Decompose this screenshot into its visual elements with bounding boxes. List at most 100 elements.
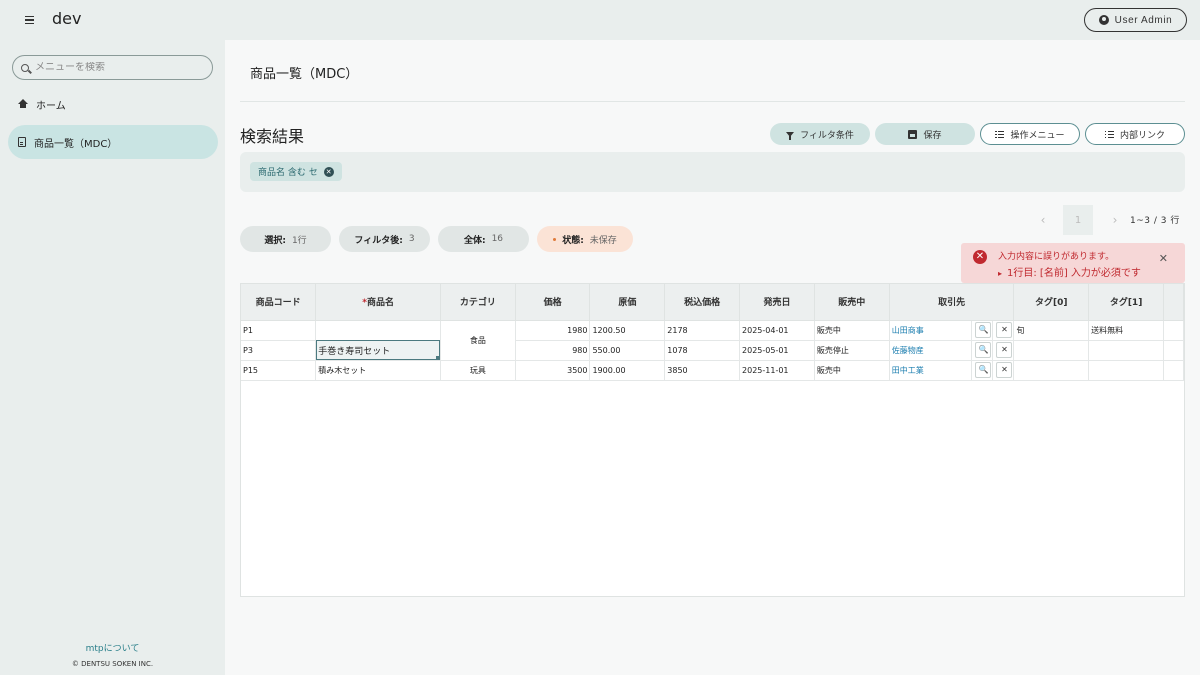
user-menu-button[interactable]: User Admin bbox=[1084, 8, 1187, 32]
filter-button[interactable]: フィルタ条件 bbox=[770, 123, 870, 145]
search-icon bbox=[21, 63, 29, 72]
unsaved-dot-icon bbox=[553, 237, 557, 241]
page-range: 1~3 / 3 行 bbox=[1130, 216, 1180, 226]
cell-name[interactable]: 積み木セット bbox=[315, 360, 441, 381]
column-header[interactable]: タグ[1] bbox=[1088, 284, 1164, 321]
column-header[interactable]: 発売日 bbox=[739, 284, 815, 321]
cell-category[interactable]: 食品 bbox=[440, 320, 516, 361]
stat-total: 全体: 16 bbox=[438, 226, 529, 252]
cell-code[interactable]: P1 bbox=[241, 320, 317, 341]
filter-button-label: フィルタ条件 bbox=[800, 130, 854, 141]
table-row[interactable]: P15 積み木セット 玩具 3500 1900.00 3850 2025-11-… bbox=[241, 360, 1184, 381]
save-button[interactable]: 保存 bbox=[875, 123, 975, 145]
sidebar-item-label: ホーム bbox=[36, 100, 66, 112]
stat-selected-label: 選択: bbox=[264, 235, 286, 246]
page-number-button[interactable]: 1 bbox=[1063, 205, 1093, 235]
menu-icon[interactable] bbox=[22, 13, 38, 27]
column-header[interactable]: 税込価格 bbox=[664, 284, 741, 321]
cell-code[interactable]: P15 bbox=[241, 360, 317, 381]
cell-partner-link[interactable]: 山田商事 bbox=[889, 320, 973, 341]
cell-price[interactable]: 980 bbox=[515, 340, 591, 361]
cell-tag0[interactable]: 旬 bbox=[1013, 320, 1090, 341]
filter-icon bbox=[786, 131, 795, 140]
table-row[interactable]: P3 手巻き寿司セット 980 550.00 1078 2025-05-01 販… bbox=[241, 340, 1184, 361]
about-link[interactable]: mtpについて bbox=[0, 641, 225, 654]
stat-filtered-label: フィルタ後: bbox=[354, 235, 403, 246]
cell-clear: ✕ bbox=[992, 320, 1015, 341]
sidebar-item-label: 商品一覧（MDC） bbox=[34, 138, 118, 150]
cell-category[interactable]: 玩具 bbox=[440, 360, 516, 381]
cell-code[interactable]: P3 bbox=[241, 340, 317, 361]
cell-sales-status[interactable]: 販売中 bbox=[814, 360, 890, 381]
prev-page-button[interactable]: ‹ bbox=[1028, 205, 1058, 235]
user-icon bbox=[1098, 15, 1109, 25]
cell-price[interactable]: 1980 bbox=[515, 320, 591, 341]
table-header-row: 商品コード *商品名 カテゴリ 価格 原価 税込価格 発売日 販売中 取引先 タ… bbox=[241, 284, 1184, 321]
cell-sales-status[interactable]: 販売中 bbox=[814, 320, 890, 341]
cell-tag0[interactable] bbox=[1013, 360, 1090, 381]
clear-icon[interactable]: ✕ bbox=[996, 362, 1013, 378]
copyright: © DENTSU SOKEN INC. bbox=[71, 660, 154, 668]
filter-bar: 商品名 含む セ ✕ bbox=[240, 152, 1185, 192]
column-header[interactable]: 価格 bbox=[515, 284, 591, 321]
clear-icon[interactable]: ✕ bbox=[996, 322, 1013, 338]
column-header[interactable]: 原価 bbox=[589, 284, 666, 321]
cell-filler bbox=[1163, 360, 1184, 381]
filter-chip[interactable]: 商品名 含む セ ✕ bbox=[250, 162, 342, 181]
cell-cost[interactable]: 550.00 bbox=[589, 340, 666, 361]
menu-search[interactable] bbox=[12, 55, 213, 80]
close-icon[interactable]: ✕ bbox=[323, 166, 334, 177]
column-header[interactable]: 取引先 bbox=[889, 284, 1015, 321]
divider bbox=[240, 101, 1185, 102]
column-header[interactable]: カテゴリ bbox=[440, 284, 516, 321]
main-content: 商品一覧（MDC） 検索結果 フィルタ条件 保存 操作メニュー 内部リンク 商品… bbox=[225, 40, 1200, 675]
column-header[interactable]: 販売中 bbox=[814, 284, 890, 321]
cell-price[interactable]: 3500 bbox=[515, 360, 591, 381]
cell-tag1[interactable] bbox=[1088, 360, 1164, 381]
next-page-button[interactable]: › bbox=[1100, 205, 1130, 235]
operations-menu-button[interactable]: 操作メニュー bbox=[980, 123, 1080, 145]
cell-release-date[interactable]: 2025-11-01 bbox=[739, 360, 815, 381]
cell-cost[interactable]: 1900.00 bbox=[589, 360, 666, 381]
column-header[interactable]: *商品名 bbox=[315, 284, 441, 321]
search-icon[interactable]: 🔍 bbox=[975, 322, 992, 338]
sidebar: ホーム 商品一覧（MDC） mtpについて © DENTSU SOKEN INC… bbox=[0, 40, 225, 675]
cell-release-date[interactable]: 2025-04-01 bbox=[739, 320, 815, 341]
cell-tag0[interactable] bbox=[1013, 340, 1090, 361]
error-message[interactable]: 1行目: [名前] 入力が必須です bbox=[998, 264, 1141, 279]
cell-tax-price[interactable]: 1078 bbox=[664, 340, 741, 361]
menu-search-input[interactable] bbox=[35, 62, 205, 73]
stat-state-label: 状態: bbox=[562, 235, 584, 246]
error-title: 入力内容に誤りがあります。 bbox=[998, 252, 1115, 262]
home-icon bbox=[18, 99, 28, 109]
internal-links-button[interactable]: 内部リンク bbox=[1085, 123, 1185, 145]
cell-name[interactable] bbox=[315, 320, 441, 341]
search-icon[interactable]: 🔍 bbox=[975, 362, 992, 378]
cell-lookup: 🔍 bbox=[971, 320, 994, 341]
cell-cost[interactable]: 1200.50 bbox=[589, 320, 666, 341]
product-table: 商品コード *商品名 カテゴリ 価格 原価 税込価格 発売日 販売中 取引先 タ… bbox=[241, 284, 1184, 381]
sidebar-item-product-list[interactable]: 商品一覧（MDC） bbox=[8, 125, 218, 159]
clear-icon[interactable]: ✕ bbox=[996, 342, 1013, 358]
cell-lookup: 🔍 bbox=[971, 360, 994, 381]
close-icon[interactable]: ✕ bbox=[1159, 252, 1168, 265]
stat-filtered-value: 3 bbox=[408, 234, 415, 244]
column-header[interactable]: タグ[0] bbox=[1013, 284, 1090, 321]
column-header[interactable]: 商品コード bbox=[241, 284, 317, 321]
search-icon[interactable]: 🔍 bbox=[975, 342, 992, 358]
cell-partner-link[interactable]: 田中工業 bbox=[889, 360, 973, 381]
cell-partner-link[interactable]: 佐藤物産 bbox=[889, 340, 973, 361]
cell-tax-price[interactable]: 2178 bbox=[664, 320, 741, 341]
table-row[interactable]: P1 食品 1980 1200.50 2178 2025-04-01 販売中 山… bbox=[241, 320, 1184, 361]
sidebar-item-home[interactable]: ホーム bbox=[8, 87, 218, 121]
data-grid: 商品コード *商品名 カテゴリ 価格 原価 税込価格 発売日 販売中 取引先 タ… bbox=[240, 283, 1185, 597]
cell-tag1[interactable]: 送料無料 bbox=[1088, 320, 1164, 341]
cell-tag1[interactable] bbox=[1088, 340, 1164, 361]
cell-release-date[interactable]: 2025-05-01 bbox=[739, 340, 815, 361]
cell-tax-price[interactable]: 3850 bbox=[664, 360, 741, 381]
stat-state: 状態: 未保存 bbox=[537, 226, 633, 252]
cell-sales-status[interactable]: 販売停止 bbox=[814, 340, 890, 361]
cell-name-editing[interactable]: 手巻き寿司セット bbox=[315, 340, 441, 361]
list-icon bbox=[995, 130, 1005, 138]
list-icon bbox=[1104, 130, 1114, 138]
